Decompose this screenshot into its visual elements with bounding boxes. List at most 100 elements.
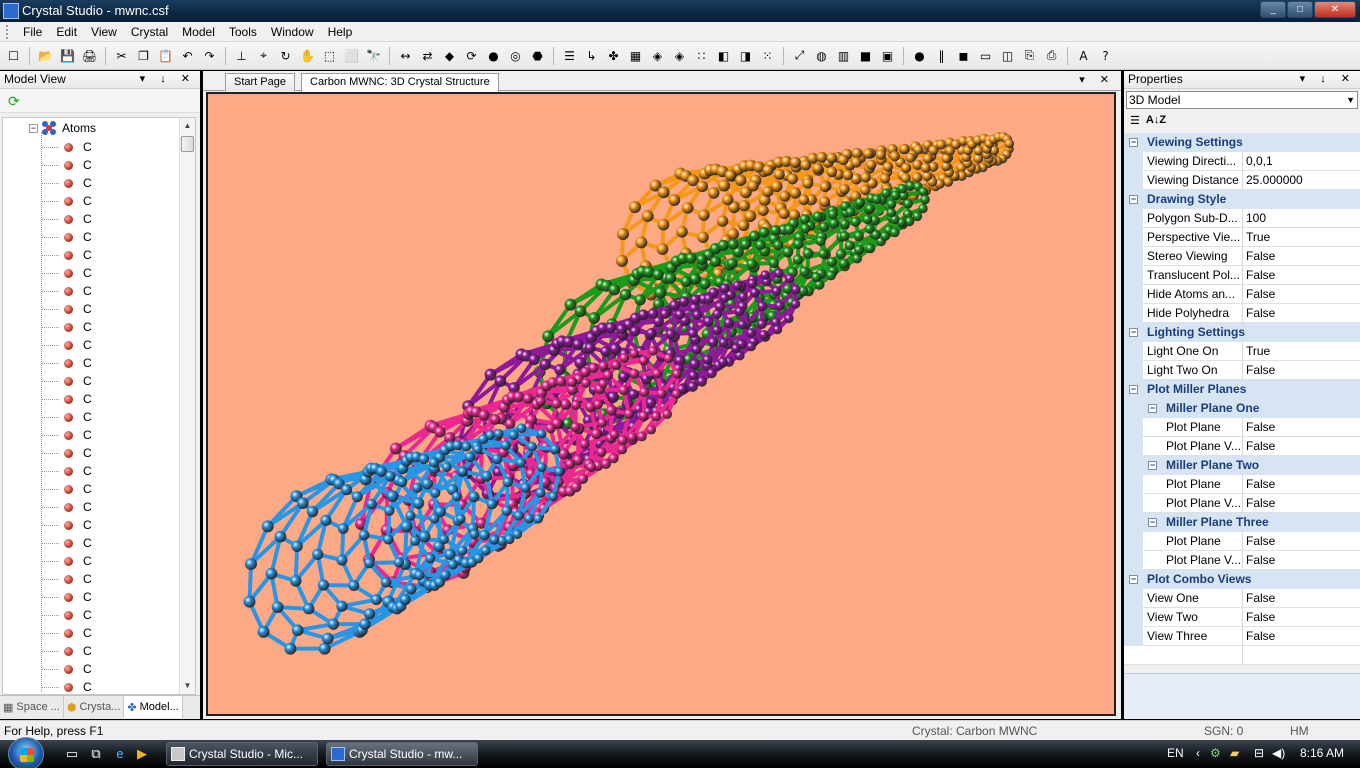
atom-item[interactable]: C: [41, 552, 92, 570]
atom-item[interactable]: C: [41, 642, 92, 660]
redo-icon[interactable]: ↷: [200, 46, 219, 65]
property-row[interactable]: View Three False: [1124, 627, 1360, 646]
internet-explorer-icon[interactable]: e: [112, 746, 128, 762]
maximize-button[interactable]: □: [1287, 1, 1313, 18]
property-row[interactable]: Light One On True: [1124, 342, 1360, 361]
atom-item[interactable]: C: [41, 606, 92, 624]
collapse-icon[interactable]: −: [1148, 404, 1157, 413]
atom-item[interactable]: C: [41, 282, 92, 300]
3d-viewport[interactable]: [206, 92, 1116, 716]
axes-label-icon[interactable]: ⌖: [254, 46, 273, 65]
property-row[interactable]: Translucent Pol... False: [1124, 266, 1360, 285]
collapse-icon[interactable]: −: [1129, 575, 1138, 584]
property-value[interactable]: False: [1243, 608, 1360, 627]
property-row[interactable]: Plot Plane False: [1124, 532, 1360, 551]
atom-item[interactable]: C: [41, 354, 92, 372]
property-value[interactable]: False: [1243, 304, 1360, 323]
property-category[interactable]: − Miller Plane One: [1124, 399, 1360, 418]
tab-space-group[interactable]: ▦ Space ...: [0, 696, 64, 718]
property-row[interactable]: Plot Plane V... False: [1124, 494, 1360, 513]
property-value[interactable]: False: [1243, 475, 1360, 494]
minimize-button[interactable]: _: [1260, 1, 1286, 18]
object-selector[interactable]: 3D Model ▼: [1126, 91, 1358, 109]
atom-item[interactable]: C: [41, 426, 92, 444]
cut-icon[interactable]: ✂: [112, 46, 131, 65]
collapse-icon[interactable]: −: [1148, 461, 1157, 470]
property-row[interactable]: Hide Atoms an... False: [1124, 285, 1360, 304]
atom-item[interactable]: C: [41, 570, 92, 588]
menu-edit[interactable]: Edit: [49, 25, 84, 39]
center-icon[interactable]: ◎: [506, 46, 525, 65]
tree-scrollbar[interactable]: ▲ ▼: [179, 118, 195, 694]
dots-icon[interactable]: ⁙: [758, 46, 777, 65]
stop-icon[interactable]: ◼: [954, 46, 973, 65]
property-row[interactable]: View One False: [1124, 589, 1360, 608]
atom-item[interactable]: C: [41, 660, 92, 678]
rotate-icon[interactable]: ↻: [276, 46, 295, 65]
property-category[interactable]: − Plot Combo Views: [1124, 570, 1360, 589]
font-icon[interactable]: A: [1074, 46, 1093, 65]
grid-icon[interactable]: ∷: [692, 46, 711, 65]
tree-root-atoms[interactable]: − Atoms: [29, 120, 96, 136]
pause-icon[interactable]: ‖: [932, 46, 951, 65]
scroll-down-icon[interactable]: ▼: [180, 678, 195, 694]
network-icon[interactable]: ⊟: [1254, 746, 1264, 760]
atom-item[interactable]: C: [41, 372, 92, 390]
new-icon[interactable]: ☐: [4, 46, 23, 65]
language-indicator[interactable]: EN: [1167, 746, 1184, 760]
property-row[interactable]: Plot Plane False: [1124, 475, 1360, 494]
tray-chevron-icon[interactable]: ‹: [1196, 746, 1200, 760]
atom-item[interactable]: C: [41, 480, 92, 498]
plane2-icon[interactable]: ◨: [736, 46, 755, 65]
refresh-icon[interactable]: ⟳: [8, 93, 20, 110]
property-category[interactable]: − Drawing Style: [1124, 190, 1360, 209]
atom-item[interactable]: C: [41, 246, 92, 264]
atom-item[interactable]: C: [41, 300, 92, 318]
atom-item[interactable]: C: [41, 408, 92, 426]
atom-item[interactable]: C: [41, 156, 92, 174]
switch-windows-icon[interactable]: ⧉: [88, 746, 104, 762]
menu-view[interactable]: View: [84, 25, 124, 39]
property-row[interactable]: Viewing Directi... 0,0,1: [1124, 152, 1360, 171]
atom-item[interactable]: C: [41, 336, 92, 354]
window-icon[interactable]: ▭: [976, 46, 995, 65]
export2-icon[interactable]: ⎙: [1042, 46, 1061, 65]
show-desktop-icon[interactable]: ▭: [64, 746, 80, 762]
property-value[interactable]: False: [1243, 361, 1360, 380]
scroll-up-icon[interactable]: ▲: [180, 118, 195, 134]
find-icon[interactable]: 🔭: [364, 46, 383, 65]
property-value[interactable]: False: [1243, 418, 1360, 437]
taskbar-item-2[interactable]: Crystal Studio - mw...: [326, 742, 478, 766]
property-value[interactable]: False: [1243, 589, 1360, 608]
collapse-icon[interactable]: −: [1129, 138, 1138, 147]
atom-item[interactable]: C: [41, 318, 92, 336]
polyhedra-icon[interactable]: ◆: [440, 46, 459, 65]
property-category[interactable]: − Lighting Settings: [1124, 323, 1360, 342]
cell-icon[interactable]: ▦: [626, 46, 645, 65]
taskbar-item-1[interactable]: Crystal Studio - Mic...: [166, 742, 318, 766]
property-row[interactable]: Hide Polyhedra False: [1124, 304, 1360, 323]
property-category[interactable]: − Miller Plane Three: [1124, 513, 1360, 532]
menu-window[interactable]: Window: [264, 25, 321, 39]
collapse-icon[interactable]: −: [1129, 385, 1138, 394]
property-row[interactable]: Viewing Distance 25.000000: [1124, 171, 1360, 190]
property-category[interactable]: − Plot Miller Planes: [1124, 380, 1360, 399]
axes-icon[interactable]: ⊥: [232, 46, 251, 65]
tab-crystal[interactable]: ⬢ Crysta...: [64, 696, 125, 718]
media-player-icon[interactable]: ▶: [134, 746, 150, 762]
panel-header-buttons[interactable]: ▾ ↓ ✕: [1300, 71, 1356, 88]
property-value[interactable]: 100: [1243, 209, 1360, 228]
tab-start-page[interactable]: Start Page: [225, 73, 295, 91]
atom-item[interactable]: C: [41, 588, 92, 606]
property-value[interactable]: False: [1243, 437, 1360, 456]
export-icon[interactable]: ⎘: [1020, 46, 1039, 65]
collapse-icon[interactable]: −: [1129, 328, 1138, 337]
preview-icon[interactable]: ◫: [998, 46, 1017, 65]
property-value[interactable]: True: [1243, 228, 1360, 247]
property-row[interactable]: View Two False: [1124, 608, 1360, 627]
panel-header-buttons[interactable]: ▾ ↓ ✕: [140, 71, 196, 88]
link-icon[interactable]: ↳: [582, 46, 601, 65]
property-row[interactable]: Perspective Vie... True: [1124, 228, 1360, 247]
select-icon[interactable]: ⬚: [320, 46, 339, 65]
network-sharing-icon[interactable]: ⚙: [1210, 746, 1221, 760]
